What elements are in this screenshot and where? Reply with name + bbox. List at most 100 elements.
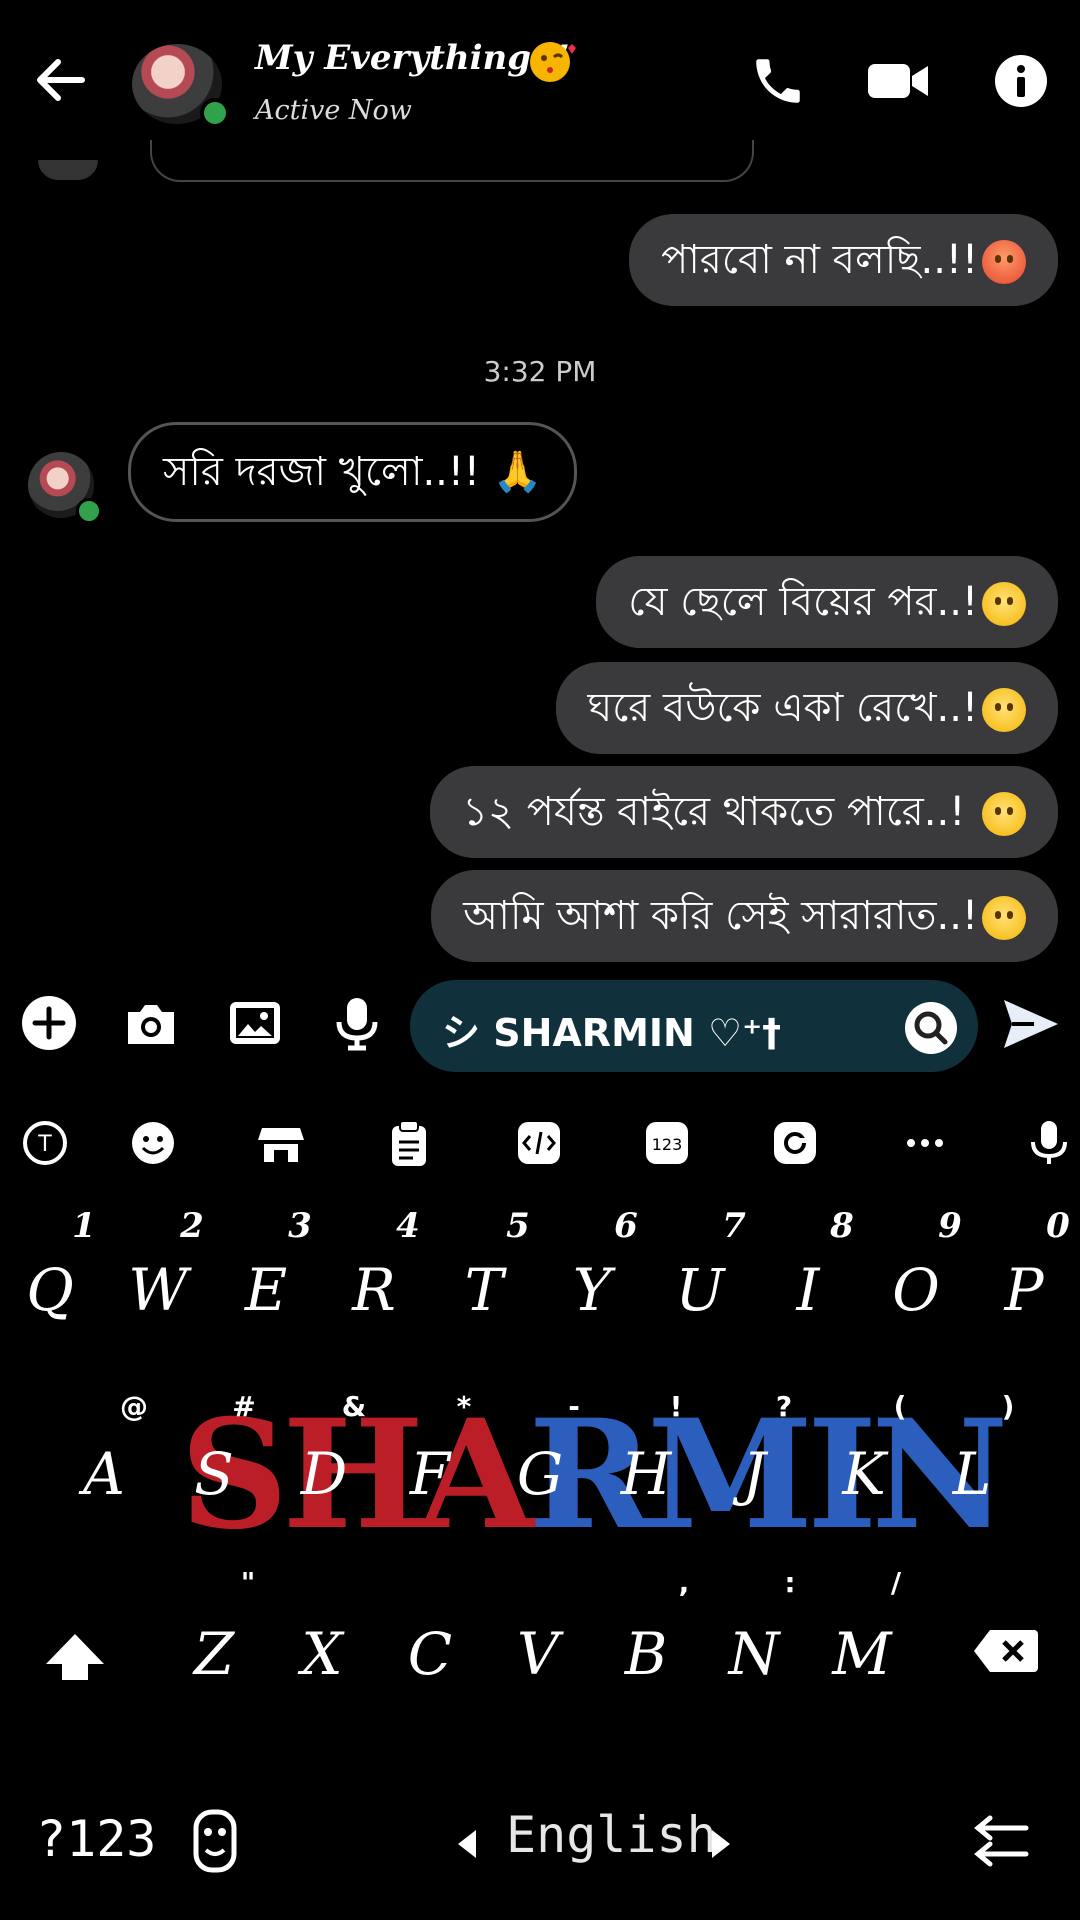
back-arrow-icon[interactable] — [30, 52, 94, 108]
info-icon[interactable] — [992, 52, 1052, 110]
clipboard-icon[interactable] — [384, 1118, 434, 1168]
camera-icon[interactable] — [122, 994, 180, 1052]
language-left-icon[interactable] — [454, 1826, 480, 1862]
previous-message-bubble — [150, 140, 754, 182]
online-indicator — [200, 98, 230, 128]
praying-hands-icon: 🙏 — [492, 449, 543, 495]
key-n[interactable]: N — [704, 1620, 804, 1688]
symbol-hint: ? — [775, 1390, 793, 1423]
symbol-hint: : — [784, 1566, 796, 1599]
number-hint: 1 — [72, 1206, 96, 1246]
message-outgoing[interactable]: ১২ পর্যন্ত বাইরে থাকতে পারে..! — [430, 766, 1058, 858]
key-u[interactable]: U — [650, 1256, 750, 1324]
translate-icon[interactable]: T — [20, 1118, 70, 1168]
symbol-hint: & — [341, 1390, 367, 1423]
number-hint: 8 — [830, 1206, 854, 1246]
backspace-icon[interactable] — [972, 1626, 1040, 1676]
symbol-hint: ) — [1001, 1390, 1015, 1423]
number-hint: 7 — [722, 1206, 746, 1246]
message-text: পারবো না বলছি..!! — [661, 237, 978, 283]
symbol-hint: ! — [669, 1390, 683, 1423]
text-editing-icon[interactable] — [514, 1118, 564, 1168]
key-e[interactable]: E — [216, 1256, 316, 1324]
key-c[interactable]: C — [380, 1620, 480, 1688]
number-hint: 5 — [506, 1206, 530, 1246]
smile-emoji-icon — [982, 792, 1026, 836]
message-text: যে ছেলে বিয়ের পর..! — [628, 579, 978, 625]
contact-name[interactable]: My Everything..! — [255, 38, 570, 78]
language-right-icon[interactable] — [708, 1826, 734, 1862]
gallery-icon[interactable] — [226, 994, 284, 1052]
relieved-emoji-icon — [982, 582, 1026, 626]
key-h[interactable]: H — [596, 1440, 696, 1508]
key-j[interactable]: J — [704, 1440, 804, 1508]
symbol-hint: - — [568, 1390, 580, 1423]
angry-emoji-icon — [982, 240, 1026, 284]
symbol-hint: , — [678, 1566, 690, 1599]
key-m[interactable]: M — [812, 1620, 912, 1688]
key-w[interactable]: W — [108, 1256, 208, 1324]
message-outgoing[interactable]: পারবো না বলছি..!! — [629, 214, 1058, 306]
language-label[interactable]: English — [506, 1806, 717, 1864]
shift-icon[interactable] — [40, 1622, 110, 1692]
key-g[interactable]: G — [490, 1440, 590, 1508]
number-hint: 3 — [288, 1206, 312, 1246]
message-text: ঘরে বউকে একা রেখে..! — [587, 685, 978, 731]
key-d[interactable]: D — [274, 1440, 374, 1508]
smile-emoji-icon — [982, 896, 1026, 940]
symbol-hint: # — [232, 1390, 256, 1423]
online-indicator-small — [76, 498, 102, 524]
key-x[interactable]: X — [272, 1620, 372, 1688]
symbols-key[interactable]: ?123 — [36, 1810, 156, 1868]
numpad-icon[interactable]: 123 — [642, 1118, 692, 1168]
kiss-emoji-icon — [528, 40, 578, 84]
contact-status: Active Now — [255, 95, 412, 126]
number-hint: 6 — [614, 1206, 638, 1246]
key-o[interactable]: O — [866, 1256, 966, 1324]
message-outgoing[interactable]: আমি আশা করি সেই সারারাত..! — [431, 870, 1058, 962]
key-z[interactable]: Z — [164, 1620, 264, 1688]
message-text: আমি আশা করি সেই সারারাত..! — [463, 893, 978, 939]
key-v[interactable]: V — [488, 1620, 588, 1688]
key-r[interactable]: R — [324, 1256, 424, 1324]
video-call-icon[interactable] — [866, 52, 930, 110]
symbol-hint: * — [456, 1390, 472, 1423]
symbol-hint: / — [890, 1566, 902, 1599]
voice-input-icon[interactable] — [1024, 1118, 1074, 1168]
message-text: ১২ পর্যন্ত বাইরে থাকতে পারে..! — [462, 789, 966, 835]
svg-text:T: T — [37, 1132, 52, 1157]
message-input-text: シ SHARMIN ♡⁺† — [442, 1011, 782, 1055]
message-outgoing[interactable]: যে ছেলে বিয়ের পর..! — [596, 556, 1058, 648]
svg-text:123: 123 — [652, 1135, 683, 1154]
key-f[interactable]: F — [380, 1440, 480, 1508]
enter-icon[interactable] — [970, 1814, 1030, 1870]
message-incoming[interactable]: সরি দরজা খুলো..!! 🙏 — [128, 422, 578, 522]
search-icon[interactable] — [905, 1002, 957, 1054]
key-b[interactable]: B — [596, 1620, 696, 1688]
store-icon[interactable] — [256, 1118, 306, 1168]
emoji-face-icon[interactable] — [190, 1806, 240, 1876]
key-q[interactable]: Q — [0, 1256, 100, 1324]
key-p[interactable]: P — [974, 1256, 1074, 1324]
previous-avatar — [38, 160, 98, 180]
key-l[interactable]: L — [922, 1440, 1022, 1508]
key-a[interactable]: A — [54, 1440, 154, 1508]
plus-icon[interactable] — [20, 994, 78, 1052]
symbol-hint: " — [240, 1566, 256, 1599]
key-k[interactable]: K — [814, 1440, 914, 1508]
gif-sticker-icon[interactable] — [770, 1118, 820, 1168]
send-icon[interactable] — [1000, 994, 1060, 1054]
symbol-hint: @ — [120, 1390, 148, 1423]
phone-call-icon[interactable] — [748, 52, 808, 110]
key-s[interactable]: S — [164, 1440, 264, 1508]
number-hint: 0 — [1046, 1206, 1070, 1246]
key-t[interactable]: T — [434, 1256, 534, 1324]
microphone-icon[interactable] — [328, 994, 386, 1052]
key-y[interactable]: Y — [542, 1256, 642, 1324]
more-options-icon[interactable] — [900, 1118, 950, 1168]
message-outgoing[interactable]: ঘরে বউকে একা রেখে..! — [555, 662, 1058, 754]
key-i[interactable]: I — [758, 1256, 858, 1324]
symbol-hint: ( — [893, 1390, 907, 1423]
emoji-icon[interactable] — [128, 1118, 178, 1168]
number-hint: 9 — [938, 1206, 962, 1246]
